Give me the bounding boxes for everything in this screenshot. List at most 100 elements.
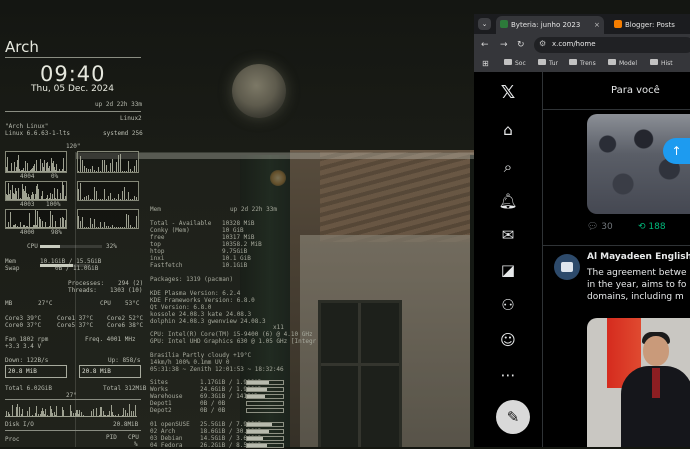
os-name: "Arch Linux" [5, 123, 49, 130]
mb-temp: 27°C [38, 300, 53, 307]
gpu-info: GPU: Intel UHD Graphics 630 @ 1.05 GHz [… [150, 338, 317, 345]
x-web-page: 𝕏 ⌂ ⌕ 🔔︎ ✉ ◪ ⚇ ☺ ⋯ ✎ Para você ↑ 💬︎ 30 ⟲… [474, 72, 690, 447]
post-image-portrait[interactable] [587, 318, 690, 447]
moon-image [232, 64, 286, 118]
kde-info-line: dolphin 24.08.3 gwenview 24.08.3 [150, 318, 266, 325]
cpu-usage-bar [40, 245, 102, 248]
graph-label: 4004 [20, 173, 35, 180]
x11-label: x11 [273, 324, 284, 331]
bookmark-folder[interactable]: Soc [504, 59, 526, 69]
disk-usage-bar [246, 443, 284, 448]
graph-label: 4003 [20, 201, 35, 208]
core-temp: Core3 39°C [5, 315, 42, 322]
folder-icon [569, 59, 577, 65]
hostname: Arch [5, 38, 39, 56]
mem-label: Mem [5, 258, 16, 265]
disk-name: Depot1 [150, 400, 172, 407]
mem-row-value: 10317 MiB [222, 234, 255, 241]
more-icon[interactable]: ⋯ [496, 366, 520, 384]
bookmark-folder[interactable]: Hist [650, 59, 673, 69]
net-up-label: Up: 858/s [108, 357, 141, 364]
post-text: The agreement betwe in the year, aims to… [587, 267, 690, 303]
mem-row-label: Fastfetch [150, 262, 183, 269]
bookmark-folder[interactable]: Tur [538, 59, 558, 69]
address-bar[interactable]: ⚙ x.com/home [534, 37, 690, 53]
bookmark-label: Trens [580, 60, 596, 67]
kde-info-line: kossole 24.08.3 kate 24.08.3 [150, 311, 252, 318]
bookmark-label: Tur [549, 60, 559, 67]
mem-row-value: 10328 MiB [222, 220, 255, 227]
disk-usage-bar [246, 429, 284, 434]
fan-speed: Fan 1802 rpm [5, 336, 49, 343]
disk-io-graph [5, 403, 137, 417]
cpu-label: CPU [27, 243, 38, 250]
disk-usage-bar [246, 422, 284, 427]
bookmark-folder[interactable]: Trens [569, 59, 596, 69]
core-temp: Core2 52°C [107, 315, 144, 322]
explore-search-icon[interactable]: ⌕ [496, 158, 520, 176]
tab-for-you[interactable]: Para você [543, 72, 690, 110]
back-icon[interactable]: ← [481, 39, 489, 51]
disk-name: 02 Arch [150, 428, 176, 435]
avatar[interactable] [554, 254, 580, 280]
post-image-crowd[interactable] [587, 114, 690, 214]
disk-name: Sites [150, 379, 169, 386]
threads-label: Threads: [68, 287, 97, 294]
mem-heading: Mem [150, 206, 161, 213]
bookmark-label: Model [619, 60, 638, 67]
temperature-small: 27° [66, 392, 77, 399]
profile-icon[interactable]: ☺ [496, 331, 520, 349]
reply-count[interactable]: 💬︎ 30 [587, 222, 613, 232]
packages: Packages: 1319 (pacman) [150, 276, 234, 283]
messages-mail-icon[interactable]: ✉ [496, 226, 520, 244]
reload-icon[interactable]: ↻ [517, 39, 525, 51]
home-icon[interactable]: ⌂ [496, 121, 520, 139]
notifications-bell-icon[interactable]: 🔔︎ [496, 192, 520, 210]
apps-grid-icon[interactable]: ⊞ [482, 59, 489, 69]
core-temp: Core0 37°C [5, 322, 42, 329]
retweet-count[interactable]: ⟲ 188 [638, 222, 666, 232]
clock-date: Thu, 05 Dec. 2024 [31, 84, 114, 94]
tab-byteria[interactable]: Byteria: junho 2023 × [496, 16, 604, 34]
close-tab-icon[interactable]: × [594, 16, 600, 34]
pid-header: PID [106, 434, 117, 441]
communities-icon[interactable]: ⚇ [496, 296, 520, 314]
mem-row-label: top [150, 241, 161, 248]
x-left-nav: 𝕏 ⌂ ⌕ 🔔︎ ✉ ◪ ⚇ ☺ ⋯ ✎ [474, 72, 543, 447]
compose-post-icon[interactable]: ✎ [496, 400, 530, 434]
cpu-graph [5, 181, 67, 201]
forward-icon[interactable]: → [500, 39, 508, 51]
disk-io-label: Disk I/O [5, 421, 34, 428]
linux2-label: Linux2 [120, 115, 142, 122]
tab-search-button[interactable]: ⌄ [478, 18, 491, 30]
proc-header: Proc [5, 436, 20, 443]
disk-usage-bar [246, 408, 284, 413]
site-settings-icon[interactable]: ⚙ [539, 39, 546, 48]
disk-name: Works [150, 386, 169, 393]
divider [5, 111, 141, 112]
site-favicon-icon [500, 20, 508, 28]
cpu-percent: 32% [106, 243, 117, 250]
conky-system-monitor: Arch 09:40 Thu, 05 Dec. 2024 up 2d 22h 3… [0, 0, 150, 448]
folder-icon [538, 59, 546, 65]
mem-row-label: Conky (Mem) [150, 227, 190, 234]
folder-icon [504, 59, 512, 65]
disk-usage-bar [246, 401, 284, 406]
new-posts-arrow-icon[interactable]: ↑ [663, 138, 690, 164]
tab-blogger[interactable]: Blogger: Posts [614, 16, 690, 34]
divider [5, 57, 141, 58]
bookmark-folder[interactable]: Model [608, 59, 637, 69]
processes-value: 294 (2) [118, 280, 144, 287]
cpu-graph [77, 151, 139, 173]
weather-line: 14km/h 100% 0.1mm UV 0 [150, 359, 230, 366]
cpu-temp-label: CPU [100, 300, 111, 307]
graph-label: 4000 [20, 229, 35, 236]
mb-label: MB [5, 300, 13, 307]
x-logo-icon[interactable]: 𝕏 [496, 84, 520, 102]
post-author[interactable]: Al Mayadeen English [587, 252, 690, 262]
grok-icon[interactable]: ◪ [496, 261, 520, 279]
browser-window: ⌄ Byteria: junho 2023 × Blogger: Posts ←… [474, 14, 690, 447]
tab-strip: ⌄ Byteria: junho 2023 × Blogger: Posts [474, 14, 690, 34]
weather-line: Brasília Partly cloudy +19°C [150, 352, 252, 359]
uptime-mid: up 2d 22h 33m [230, 206, 277, 213]
